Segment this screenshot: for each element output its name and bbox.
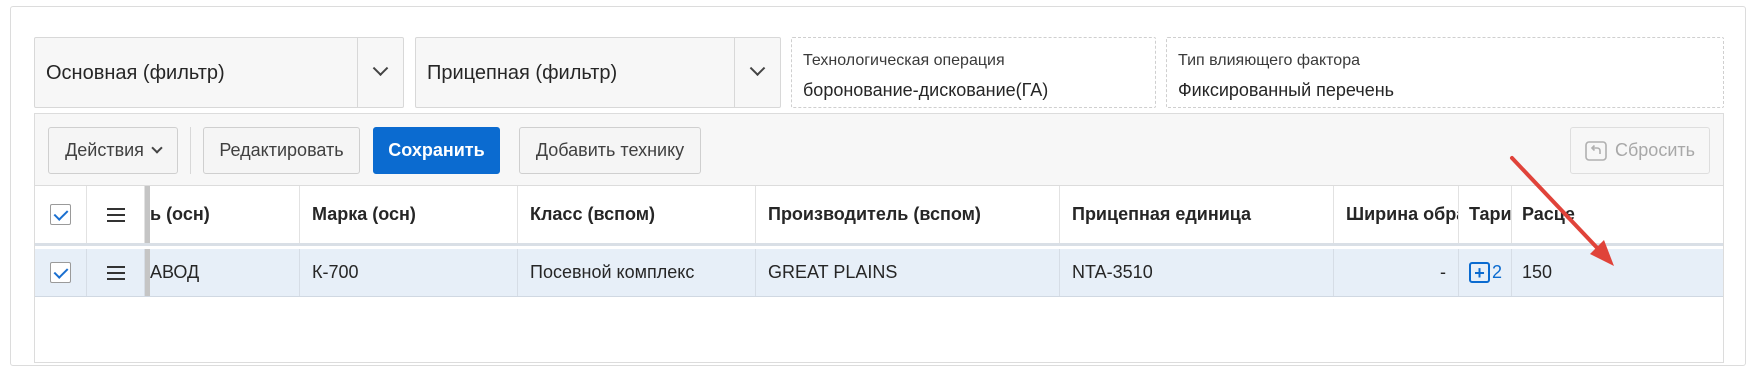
row-menu-icon[interactable] [106,265,125,280]
edit-button[interactable]: Редактировать [203,127,360,174]
column-header[interactable]: ь (осн) [150,186,300,243]
chevron-down-icon[interactable] [734,38,780,107]
row-select-cell[interactable] [35,249,87,296]
trailer-filter-value: Прицепная (фильтр) [427,62,618,84]
operation-field: Технологическая операция боронование-дис… [791,37,1156,108]
select-all-checkbox[interactable] [50,204,71,225]
tariff-cell[interactable]: + 2 [1459,249,1512,296]
add-equipment-button[interactable]: Добавить технику [519,127,701,174]
table-cell[interactable]: NTA-3510 [1060,249,1334,296]
column-header-manufacturer[interactable]: Производитель (вспом) [756,186,1060,243]
plus-square-icon[interactable]: + [1469,262,1490,283]
main-filter-select[interactable]: Основная (фильтр) [34,37,404,108]
factor-value: Фиксированный перечень [1178,80,1395,100]
column-header-class[interactable]: Класс (вспом) [518,186,756,243]
table-cell[interactable]: 150 [1512,249,1723,296]
select-all-cell[interactable] [35,186,87,243]
chevron-down-icon[interactable] [357,38,403,107]
reset-icon [1585,140,1607,161]
table-cell[interactable]: GREAT PLAINS [756,249,1060,296]
row-checkbox[interactable] [50,262,71,283]
column-header-width[interactable]: Ширина обраб [1334,186,1459,243]
factor-field: Тип влияющего фактора Фиксированный пере… [1166,37,1724,108]
trailer-filter-select[interactable]: Прицепная (фильтр) [415,37,781,108]
edit-label: Редактировать [219,140,344,160]
grid-toolbar: Действия Редактировать Сохранить Добавит… [35,114,1723,186]
table-cell[interactable]: АВОД [150,249,300,296]
interactive-grid: Действия Редактировать Сохранить Добавит… [34,113,1724,363]
factor-label: Тип влияющего фактора [1178,52,1360,69]
column-header-brand[interactable]: Марка (осн) [300,186,518,243]
column-header-tariff[interactable]: Тариф [1459,186,1512,243]
table-cell[interactable]: Посевной комплекс [518,249,756,296]
add-label: Добавить технику [535,140,685,160]
actions-menu-button[interactable]: Действия [48,127,178,174]
row-actions-cell[interactable] [87,249,145,296]
operation-value: боронование-дискование(ГА) [803,80,1049,100]
chevron-down-icon [151,141,163,154]
column-header-rate[interactable]: Расце [1512,186,1723,243]
main-filter-value: Основная (фильтр) [46,62,225,84]
save-button[interactable]: Сохранить [373,127,500,174]
toolbar-divider [190,127,191,174]
filter-bar: Основная (фильтр) Прицепная (фильтр) Тех… [34,37,1724,108]
table-cell[interactable]: - [1334,249,1459,296]
reset-button[interactable]: Сбросить [1570,127,1710,174]
menu-icon [106,207,125,222]
tariff-count-link[interactable]: 2 [1492,262,1502,283]
actions-label: Действия [65,140,144,160]
column-header-trailer-unit[interactable]: Прицепная единица [1060,186,1334,243]
grid-header: ь (осн) Марка (осн) Класс (вспом) Произв… [35,186,1723,246]
operation-label: Технологическая операция [803,52,1005,69]
save-label: Сохранить [388,140,485,160]
reset-label: Сбросить [1614,140,1695,160]
table-cell[interactable]: К-700 [300,249,518,296]
row-actions-header [87,186,145,243]
table-row[interactable]: АВОД К-700 Посевной комплекс GREAT PLAIN… [35,249,1723,297]
